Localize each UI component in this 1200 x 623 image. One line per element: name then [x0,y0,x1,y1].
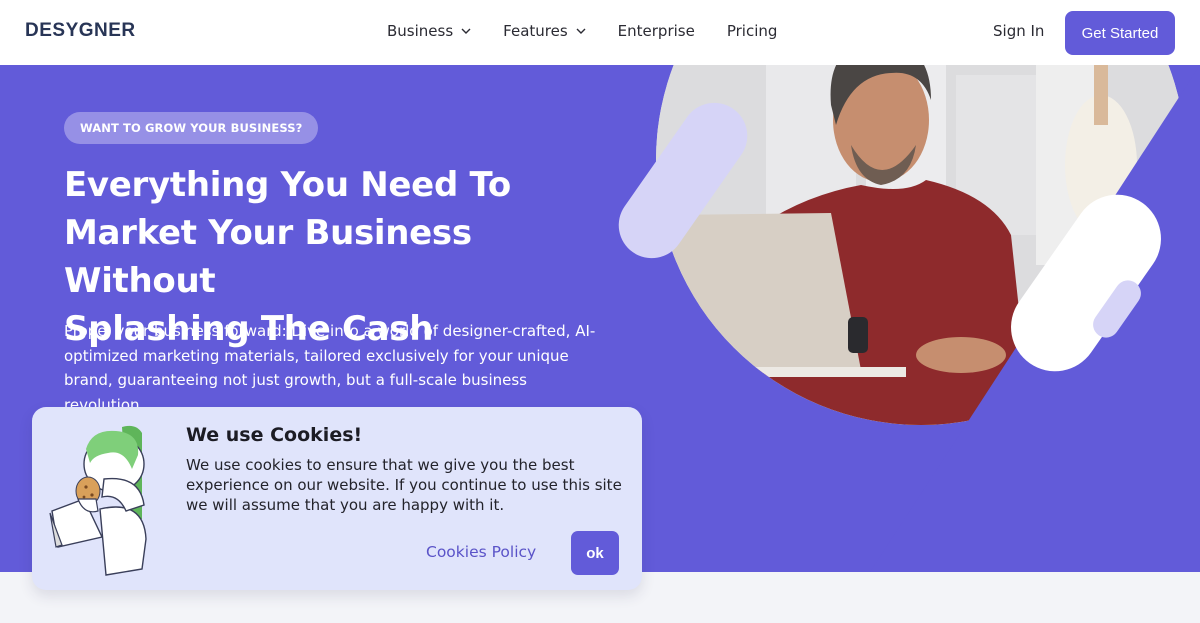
cookie-ok-button[interactable]: ok [571,531,619,575]
nav-label: Enterprise [617,22,695,40]
nav-item-features[interactable]: Features [503,22,586,40]
main-nav: Business Features Enterprise Pricing [387,22,809,40]
chevron-down-icon [576,28,586,34]
chevron-down-icon [461,28,471,34]
nav-label: Business [387,22,454,40]
logo[interactable]: DESYGNER [25,20,136,42]
nav-item-pricing[interactable]: Pricing [727,22,778,40]
sign-in-link[interactable]: Sign In [993,22,1044,40]
nav-label: Pricing [726,22,778,40]
nav-item-business[interactable]: Business [387,22,471,40]
nav-label: Features [503,22,568,40]
get-started-button[interactable]: Get Started [1065,11,1175,55]
hero-description: Propel your business forward: Dive into … [64,322,596,414]
hero-title-line: Everything You Need To [64,165,511,205]
cookie-title: We use Cookies! [186,424,363,446]
hero-title-line: Market Your Business Without [64,213,472,301]
site-header: DESYGNER Business Features Enterprise Pr… [0,0,1200,65]
hero-badge: WANT TO GROW YOUR BUSINESS? [64,112,319,144]
nav-item-enterprise[interactable]: Enterprise [618,22,695,40]
cookie-banner: We use Cookies! We use cookies to ensure… [32,407,642,590]
cookie-text: We use cookies to ensure that we give yo… [186,456,622,514]
cookie-person-illustration [49,425,147,576]
cookies-policy-link[interactable]: Cookies Policy [426,543,536,561]
